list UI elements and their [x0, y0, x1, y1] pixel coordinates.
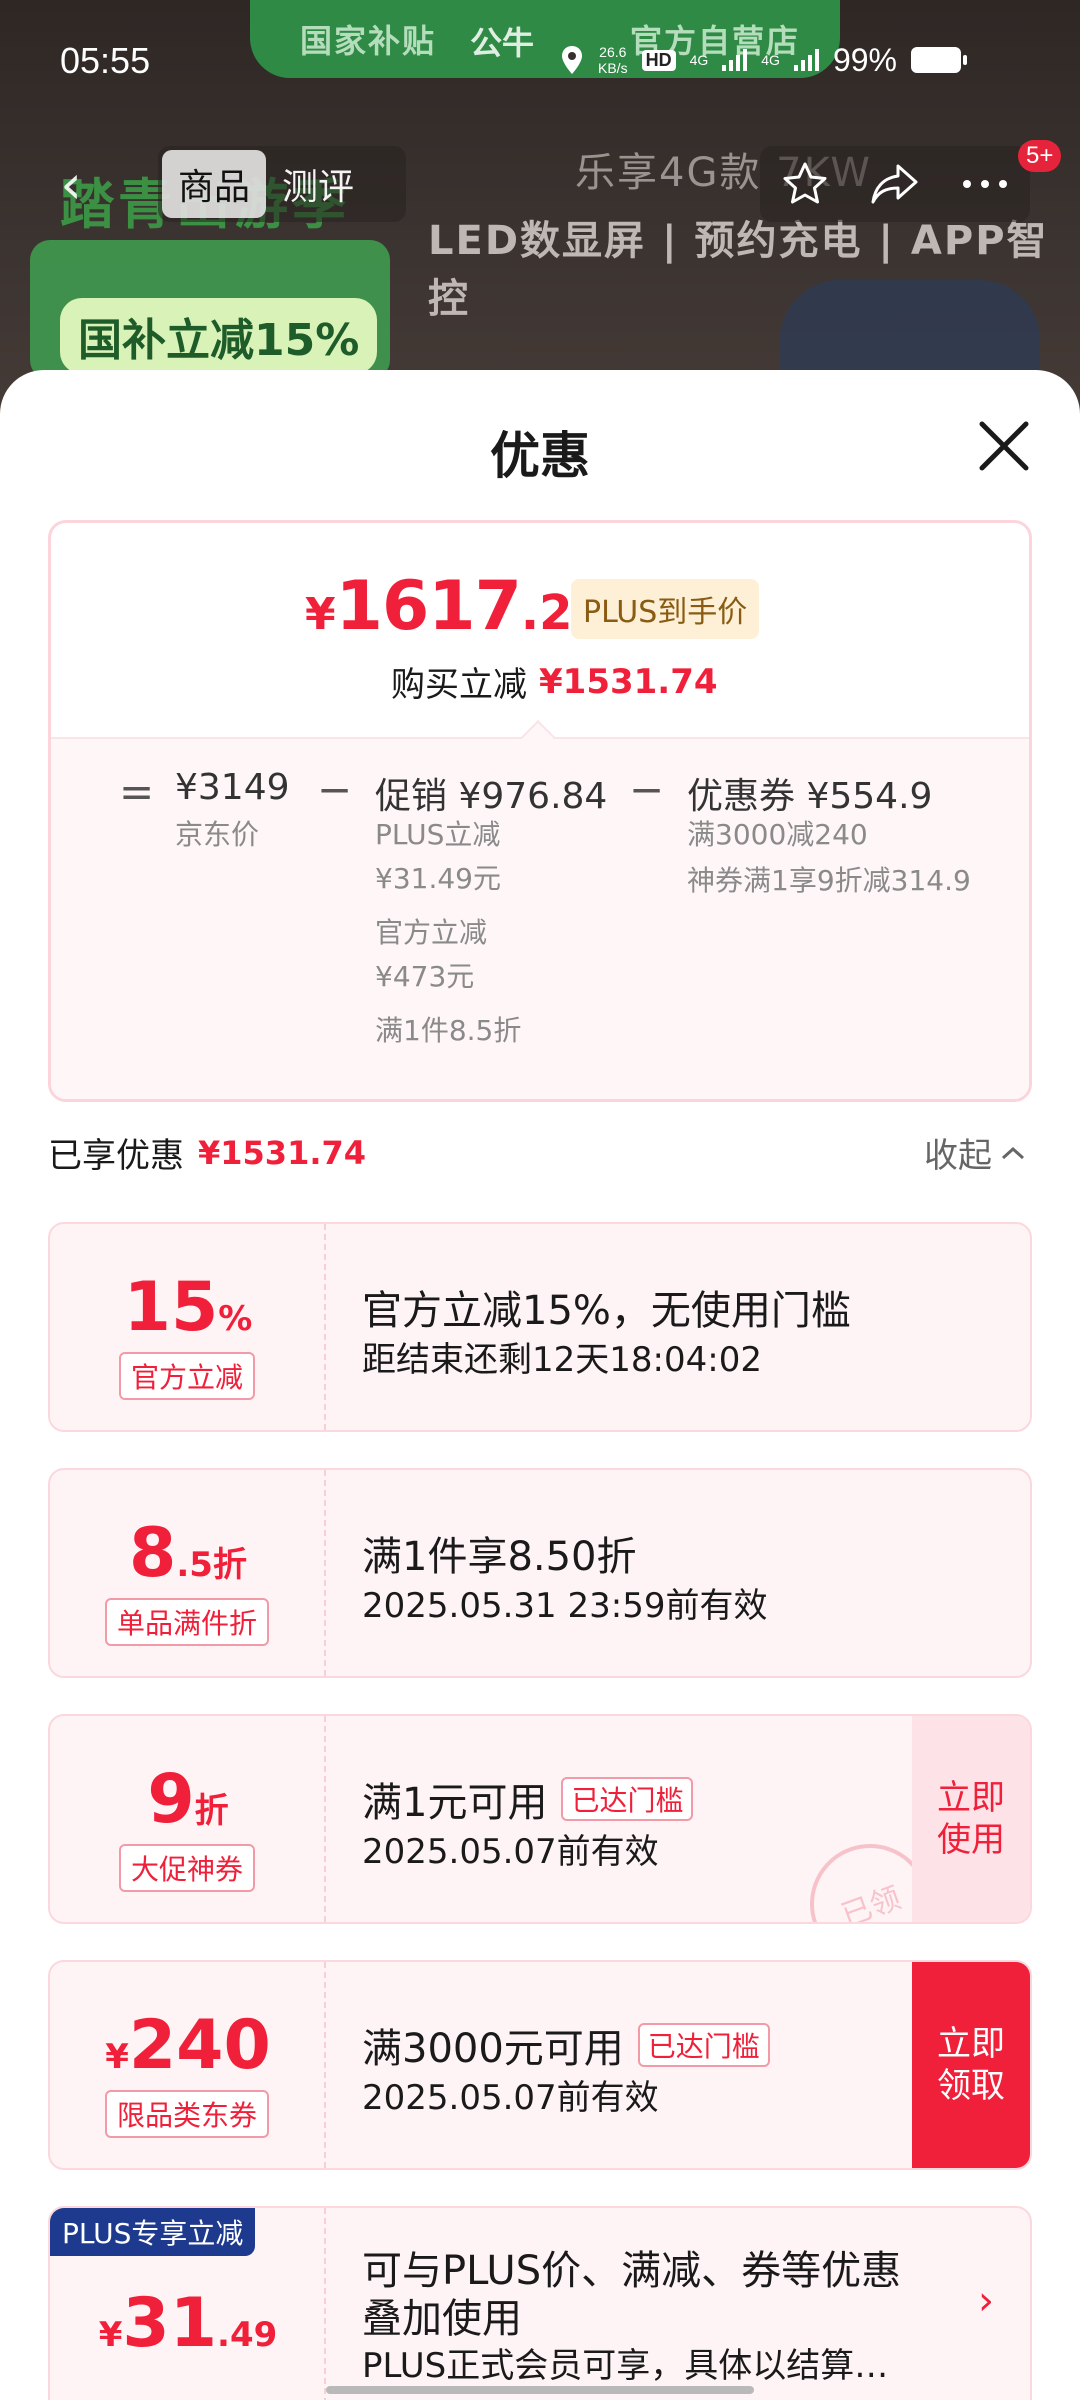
location-icon: [562, 46, 582, 74]
signal-icon: [793, 49, 819, 71]
jd-price: ¥3149: [175, 767, 290, 808]
jd-price-label: 京东价: [175, 818, 260, 851]
sheet-title: 优惠: [490, 427, 590, 485]
minus-sign: −: [629, 765, 665, 814]
chevron-right-icon[interactable]: ›: [978, 2278, 994, 2324]
coupon-title-line2: 叠加使用: [362, 2296, 522, 2342]
promo-detail-1: PLUS立减: [375, 818, 501, 851]
coupon-amount: ¥240: [105, 2006, 271, 2085]
coupon-title: 满1件享8.50折: [362, 1534, 637, 1580]
status-bar: 05:55 26.6 KB/s HD 4G 4G 99%: [0, 0, 1080, 124]
coupon-note: PLUS正式会员可享，具体以结算…: [362, 2346, 889, 2386]
coupon-amount: 15%: [123, 1268, 253, 1347]
sim1-label: 4G: [689, 52, 709, 68]
promo-total: 促销 ¥976.84: [375, 776, 608, 817]
coupon-card-category[interactable]: ¥240 限品类东券 满3000元可用 已达门槛 2025.05.07前有效 立…: [48, 1960, 1032, 2170]
coupon-amount: ¥31.49: [98, 2284, 278, 2363]
message-badge: 5+: [1018, 140, 1062, 172]
sim2-label: 4G: [761, 52, 780, 68]
final-price: ¥ 1617 .26: [305, 567, 606, 646]
coupon-amount: 9折: [147, 1760, 229, 1839]
battery-percent: 99%: [832, 41, 897, 78]
discount-sheet: 优惠 ¥ 1617 .26 PLUS到手价 购买立减 ¥1531.74 = ¥3…: [0, 370, 1080, 2400]
price-formula: = ¥3149 京东价 − 促销 ¥976.84 PLUS立减 ¥31.49元 …: [51, 737, 1029, 1099]
promo-detail-4: ¥473元: [375, 960, 475, 993]
coupon-tag: 单品满件折: [104, 1598, 270, 1646]
coupon-expiry: 2025.05.31 23:59前有效: [362, 1586, 768, 1626]
coupon-countdown: 距结束还剩12天18:04:02: [362, 1340, 762, 1380]
coupon-title: 满3000元可用 已达门槛: [362, 2016, 770, 2074]
product-tabs: 商品 测评: [158, 146, 406, 222]
favorite-star-icon[interactable]: [775, 154, 835, 214]
status-icons: 26.6 KB/s HD 4G 4G 99%: [560, 40, 967, 80]
coupon-card-plus[interactable]: ¥31.49 PLUS专享立减 可与PLUS价、满减、券等优惠 叠加使用 PLU…: [48, 2206, 1032, 2400]
coupon-tag: 大促神券: [118, 1844, 256, 1892]
final-price-section: ¥ 1617 .26 PLUS到手价 购买立减 ¥1531.74: [51, 523, 1029, 737]
tab-goods[interactable]: 商品: [162, 150, 267, 218]
promo-detail-3: 官方立减: [375, 916, 488, 949]
coupon-expiry: 2025.05.07前有效: [362, 1832, 659, 1872]
collapse-button[interactable]: 收起: [924, 1128, 1026, 1177]
use-now-button[interactable]: 立即 使用: [912, 1716, 1030, 1922]
equals-sign: =: [119, 767, 155, 816]
close-icon[interactable]: [972, 414, 1036, 478]
more-icon[interactable]: [955, 154, 1015, 214]
share-icon[interactable]: [865, 154, 925, 214]
coupon-value-area: ¥240 限品类东券: [50, 1962, 326, 2168]
minus-sign: −: [317, 765, 353, 814]
coupon-card-big-promo[interactable]: 9折 大促神券 满1元可用 已达门槛 2025.05.07前有效 已领 立即 使…: [48, 1714, 1032, 1924]
plus-exclusive-ribbon: PLUS专享立减: [50, 2208, 256, 2256]
coupon-tag: 限品类东券: [104, 2090, 270, 2138]
signal-icon: [722, 49, 748, 71]
enjoyed-discount: 已享优惠 ¥1531.74: [48, 1133, 367, 1177]
back-icon[interactable]: ‹: [36, 150, 106, 220]
purchase-reduction: 购买立减 ¥1531.74: [391, 661, 718, 706]
coupon-amount: 8.5折: [129, 1514, 247, 1593]
hd-icon: HD: [641, 49, 676, 71]
coupon-card-single-item[interactable]: 8.5折 单品满件折 满1件享8.50折 2025.05.31 23:59前有效: [48, 1468, 1032, 1678]
price-breakdown-card: ¥ 1617 .26 PLUS到手价 购买立减 ¥1531.74 = ¥3149…: [48, 520, 1032, 1102]
coupon-detail-1: 满3000减240: [687, 818, 868, 851]
status-time: 05:55: [60, 40, 151, 81]
coupon-tag: 官方立减: [118, 1352, 256, 1400]
coupon-card-official[interactable]: 15% 官方立减 官方立减15%，无使用门槛 距结束还剩12天18:04:02: [48, 1222, 1032, 1432]
promo-detail-5: 满1件8.5折: [375, 1014, 522, 1047]
chevron-up-icon: [1001, 1146, 1025, 1159]
promo-tag: 国补立减15%: [60, 298, 378, 374]
coupon-detail-2: 神券满1享9折减314.9: [687, 864, 971, 897]
tab-review[interactable]: 测评: [266, 150, 370, 218]
coupon-value-area: 15% 官方立减: [50, 1224, 326, 1430]
threshold-reached-badge: 已达门槛: [637, 2023, 770, 2067]
network-speed: 26.6 KB/s: [598, 44, 628, 76]
coupon-total: 优惠券 ¥554.9: [687, 776, 933, 817]
coupon-value-area: 9折 大促神券: [50, 1716, 326, 1922]
nav-actions: [760, 146, 1030, 222]
coupon-title: 满1元可用 已达门槛: [362, 1770, 694, 1828]
battery-icon: [911, 47, 967, 73]
home-indicator[interactable]: [326, 2386, 754, 2394]
promo-detail-2: ¥31.49元: [375, 862, 501, 895]
claim-now-button[interactable]: 立即 领取: [912, 1962, 1030, 2168]
coupon-value-area: 8.5折 单品满件折: [50, 1470, 326, 1676]
plus-price-label: PLUS到手价: [571, 579, 760, 639]
coupon-expiry: 2025.05.07前有效: [362, 2078, 659, 2118]
threshold-reached-badge: 已达门槛: [561, 1777, 694, 1821]
coupon-title: 官方立减15%，无使用门槛: [362, 1288, 851, 1334]
